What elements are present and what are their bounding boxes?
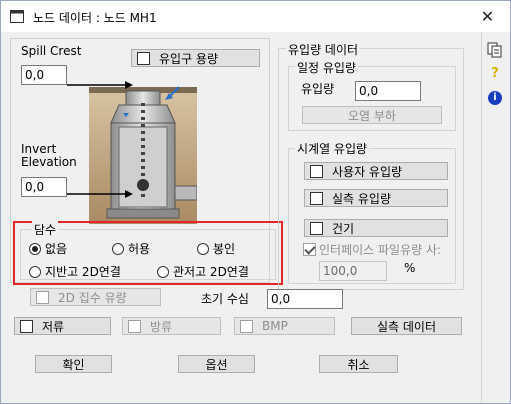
ponding-option-none[interactable]: 없음 [29, 240, 67, 257]
bmp-checkbox[interactable] [240, 319, 253, 333]
cancel-button[interactable]: 취소 [319, 355, 398, 373]
ponding-radio-allow[interactable] [112, 242, 124, 255]
ponding-option-sealed-label: 봉인 [213, 242, 236, 256]
invert-elevation-input[interactable]: 0,0 [21, 177, 67, 197]
measured-inflow-checkbox[interactable] [310, 191, 323, 205]
storage-checkbox[interactable] [20, 319, 33, 333]
interface-file-checkbox[interactable] [303, 243, 316, 256]
timeseries-inflow-title: 시계열 유입량 [295, 140, 370, 157]
ok-button[interactable]: 확인 [35, 355, 112, 373]
dialog-window: 노드 데이터 : 노드 MH1 ✕ Spill Crest 0,0 유입구 용량 [0, 0, 511, 404]
dry-weather-label: 건기 [332, 221, 355, 236]
manhole-illustration [89, 86, 197, 224]
outfall-checkbox[interactable] [128, 319, 141, 333]
ponding-radio-invert-2d[interactable] [157, 265, 169, 278]
spill-crest-marker [67, 81, 133, 89]
flow-2d-toggle[interactable]: 2D 집수 유량 [30, 288, 161, 306]
inflow-capacity-toggle[interactable]: 유입구 용량 [131, 49, 260, 67]
measured-inflow-label: 실측 유입량 [332, 191, 392, 206]
initial-depth-label: 초기 수심 [201, 292, 249, 306]
ponding-radio-sealed[interactable] [197, 242, 209, 255]
bmp-toggle[interactable]: BMP [234, 317, 335, 335]
window-title: 노드 데이터 : 노드 MH1 [33, 11, 157, 25]
inflow-capacity-checkbox[interactable] [137, 51, 150, 65]
constant-inflow-title: 일정 유입량 [295, 59, 359, 76]
ponding-option-ground-2d[interactable]: 지반고 2D연결 [29, 263, 121, 280]
flow-2d-label: 2D 집수 유량 [58, 290, 127, 305]
measured-data-button[interactable]: 실측 데이터 [351, 317, 462, 335]
storage-label: 저류 [42, 319, 65, 334]
options-button[interactable]: 옵션 [178, 355, 255, 373]
invert-label-line2: Elevation [21, 155, 77, 169]
ponding-radio-ground-2d[interactable] [29, 265, 41, 278]
copy-icon[interactable] [487, 42, 503, 58]
app-icon [10, 10, 24, 23]
ponding-option-invert-2d[interactable]: 관저고 2D연결 [157, 263, 249, 280]
close-button[interactable]: ✕ [465, 1, 510, 32]
ponding-option-allow-label: 허용 [128, 242, 151, 256]
help-icon[interactable]: ? [488, 66, 502, 81]
info-icon[interactable]: i [488, 91, 502, 105]
dialog-client: Spill Crest 0,0 유입구 용량 Invert Elevation … [1, 32, 510, 403]
ponding-option-allow[interactable]: 허용 [112, 240, 150, 257]
ponding-option-ground-2d-label: 지반고 2D연결 [45, 265, 121, 279]
pollutant-load-button[interactable]: 오염 부하 [302, 106, 442, 124]
ponding-title: 담수 [32, 221, 59, 238]
invert-label-line1: Invert [21, 142, 57, 156]
inflow-label: 유입량 [301, 82, 335, 96]
ponding-option-invert-2d-label: 관저고 2D연결 [173, 265, 249, 279]
outfall-toggle[interactable]: 방류 [122, 317, 221, 335]
percent-unit: % [404, 261, 416, 275]
interface-file-label: 인터페이스 파일유량 사: [319, 243, 442, 257]
measured-inflow-toggle[interactable]: 실측 유입량 [304, 189, 448, 207]
side-toolbar [481, 32, 510, 403]
inflow-data-title: 유입량 데이터 [286, 41, 361, 58]
dry-weather-checkbox[interactable] [310, 221, 323, 235]
interface-file-option[interactable]: 인터페이스 파일유량 사: [303, 241, 441, 258]
spill-crest-label: Spill Crest [21, 44, 82, 58]
flow-2d-checkbox[interactable] [36, 290, 49, 304]
initial-depth-input[interactable]: 0,0 [267, 289, 343, 309]
title-bar: 노드 데이터 : 노드 MH1 ✕ [1, 1, 510, 32]
spill-crest-input[interactable]: 0,0 [21, 65, 67, 85]
outfall-label: 방류 [150, 319, 173, 334]
invert-marker [67, 190, 133, 198]
dry-weather-toggle[interactable]: 건기 [304, 219, 448, 237]
inflow-input[interactable]: 0,0 [355, 81, 421, 101]
ponding-option-sealed[interactable]: 봉인 [197, 240, 235, 257]
interface-percent-input[interactable]: 100,0 [319, 261, 387, 281]
user-inflow-toggle[interactable]: 사용자 유입량 [304, 162, 448, 180]
ponding-option-none-label: 없음 [45, 242, 68, 256]
inflow-capacity-label: 유입구 용량 [159, 51, 219, 66]
ponding-radio-none[interactable] [29, 242, 41, 255]
user-inflow-checkbox[interactable] [310, 164, 323, 178]
storage-toggle[interactable]: 저류 [14, 317, 111, 335]
bmp-label: BMP [262, 319, 288, 333]
user-inflow-label: 사용자 유입량 [332, 164, 403, 179]
